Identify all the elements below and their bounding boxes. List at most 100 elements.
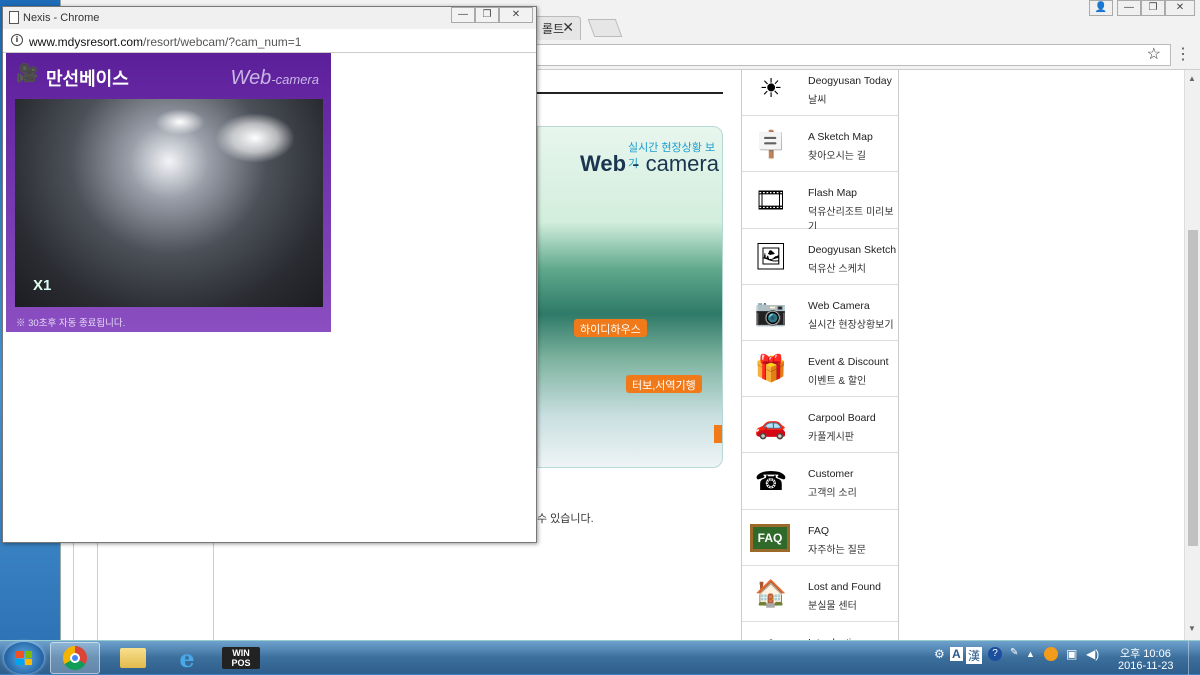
- side-menu-subtitle: 고객의 소리: [808, 488, 857, 500]
- webcam-frame: 🎥 만선베이스 Web-camera X1 ※ 30초후 자동 종료됩니다.: [6, 53, 331, 332]
- popup-minimize-button[interactable]: —: [451, 7, 475, 23]
- tab-close-icon[interactable]: ✕: [562, 19, 574, 36]
- side-menu-subtitle: 날씨: [808, 95, 827, 106]
- popup-address-bar: i www.mdysresort.com/resort/webcam/?cam_…: [3, 29, 536, 53]
- promo-title: Web - camera: [580, 151, 719, 176]
- close-button[interactable]: ✕: [1165, 0, 1195, 16]
- side-menu-title: Flash Map: [808, 187, 858, 200]
- winpos-icon: WIN POS: [222, 647, 260, 669]
- taskbar: e WIN POS ⚙ A 漢 ? ✎ ▲ ▣ ◀) 오후 10:06 2016…: [0, 640, 1200, 675]
- taskbar-chrome[interactable]: [50, 642, 100, 674]
- tray-expand-icon[interactable]: ▲: [1026, 649, 1035, 659]
- folder-icon: [120, 648, 146, 668]
- side-menu-item[interactable]: ☎ Customer 고객의 소리: [742, 453, 898, 510]
- webcam-popup-window: Nexis - Chrome — ❐ ✕ i www.mdysresort.co…: [2, 6, 537, 543]
- ime-mode-a[interactable]: A: [950, 647, 963, 661]
- webcam-logo-text: Web-camera: [230, 67, 319, 89]
- side-menu-item[interactable]: 🎞Flash Map덕유산리조트 미리보기: [742, 172, 898, 233]
- side-menu-title: Customer: [808, 468, 854, 481]
- minimize-button[interactable]: —: [1117, 0, 1141, 16]
- tray-tool-icon[interactable]: ✎: [1010, 647, 1018, 658]
- volume-icon[interactable]: ◀): [1086, 647, 1099, 661]
- popup-title: Nexis - Chrome: [23, 12, 100, 24]
- info-icon[interactable]: i: [11, 34, 23, 46]
- faq-board-icon: FAQ: [750, 523, 790, 552]
- webcam-live-view: X1: [15, 99, 323, 307]
- side-menu-item[interactable]: 🏠 Lost and Found 분실물 센터: [742, 565, 898, 622]
- network-icon[interactable]: ▣: [1066, 647, 1077, 661]
- side-menu-item[interactable]: ☀ Deogyusan Today 날씨: [742, 70, 898, 117]
- photos-icon: 🖼: [754, 241, 788, 272]
- lost-found-icon: 🏠: [754, 578, 788, 609]
- column-divider: [97, 540, 98, 640]
- page-scrollbar[interactable]: ▲ ▼: [1184, 70, 1200, 640]
- bookmark-star-icon[interactable]: ☆: [1147, 44, 1161, 64]
- popup-title-bar[interactable]: Nexis - Chrome — ❐ ✕: [3, 7, 536, 29]
- telephone-icon: ☎: [754, 465, 788, 496]
- promo-orange-marker: [714, 425, 722, 443]
- side-menu-title: Event & Discount: [808, 355, 889, 368]
- side-menu-subtitle: 실시간 현장상황보기: [808, 319, 894, 331]
- ime-icon[interactable]: ⚙: [934, 647, 945, 661]
- side-menu-title: A Sketch Map: [808, 131, 873, 144]
- column-divider: [213, 540, 214, 640]
- taskbar-winpos[interactable]: WIN POS: [216, 642, 266, 674]
- side-menu-item[interactable]: 🚗 Carpool Board 카풀게시판: [742, 397, 898, 454]
- side-menu-item[interactable]: 🎁 Event & Discount 이벤트 & 할인: [742, 340, 898, 398]
- popup-close-button[interactable]: ✕: [499, 7, 533, 23]
- webcam-icon: 📷: [754, 297, 788, 328]
- side-menu-subtitle: 카풀게시판: [808, 432, 854, 444]
- side-menu-item[interactable]: 🪧 A Sketch Map 찾아오시는 길: [742, 116, 898, 173]
- side-menu-subtitle: 자주하는 질문: [808, 544, 866, 556]
- side-menu-title: Deogyusan Today: [808, 75, 892, 87]
- windows-logo-icon: [16, 651, 32, 665]
- scroll-up-icon[interactable]: ▲: [1188, 74, 1196, 83]
- side-menu-subtitle: 이벤트 & 할인: [808, 375, 867, 387]
- taskbar-explorer[interactable]: [108, 642, 158, 674]
- side-menu-title: Lost and Found: [808, 580, 881, 593]
- show-desktop-button[interactable]: [1188, 641, 1200, 675]
- side-menu: ☀ Deogyusan Today 날씨 🪧 A Sketch Map 찾아오시는 길 🎞 F…: [741, 70, 899, 640]
- browser-menu-icon[interactable]: ⋮: [1175, 44, 1191, 64]
- internet-explorer-icon: e: [179, 643, 195, 673]
- column-divider: [73, 540, 74, 640]
- cam-tag-heidi-house[interactable]: 하이디하우스: [574, 319, 647, 337]
- side-menu-item[interactable]: ✿Introduction: [742, 621, 898, 640]
- video-camera-icon: 🎥: [16, 63, 39, 83]
- cam-tag-turbo[interactable]: 터보,서역기행: [626, 375, 702, 393]
- car-icon: 🚗: [754, 409, 788, 440]
- page-body-text: 수 있습니다.: [537, 513, 594, 525]
- side-menu-item[interactable]: 📷 Web Camera 실시간 현장상황보기: [742, 284, 898, 341]
- side-menu-title: Deogyusan Sketch: [808, 243, 897, 256]
- profile-icon[interactable]: 👤: [1089, 0, 1113, 16]
- side-menu-item[interactable]: 🖼 Deogyusan Sketch 덕유산 스케치: [742, 228, 898, 285]
- side-menu-title: Web Camera: [808, 299, 870, 312]
- side-menu-title: FAQ: [808, 524, 830, 537]
- new-tab-button[interactable]: [587, 19, 623, 37]
- scroll-down-icon[interactable]: ▼: [1188, 624, 1196, 633]
- light-glare: [155, 109, 205, 135]
- clock-time[interactable]: 오후 10:06: [1120, 645, 1171, 661]
- clock-date[interactable]: 2016-11-23: [1118, 660, 1173, 672]
- taskbar-ie[interactable]: e: [162, 642, 212, 674]
- popup-url[interactable]: www.mdysresort.com/resort/webcam/?cam_nu…: [29, 35, 301, 49]
- scroll-thumb[interactable]: [1188, 230, 1198, 546]
- help-icon[interactable]: ?: [988, 647, 1002, 661]
- side-menu-subtitle: 분실물 센터: [808, 600, 857, 612]
- webcam-promo-banner[interactable]: 실시간 현장상황 보기 Web - camera 하이디하우스 터보,서역기행: [537, 126, 723, 468]
- sun-icon: ☀: [759, 72, 783, 103]
- zoom-level: X1: [33, 277, 52, 294]
- ime-hanja[interactable]: 漢: [966, 647, 983, 664]
- auto-close-note: ※ 30초후 자동 종료됩니다.: [16, 318, 126, 329]
- popup-restore-button[interactable]: ❐: [475, 7, 499, 23]
- start-button[interactable]: [4, 642, 44, 674]
- introduction-icon: ✿: [748, 628, 794, 640]
- restore-button[interactable]: ❐: [1141, 0, 1165, 16]
- tab-label: 롤트: [542, 22, 565, 36]
- side-menu-item[interactable]: FAQ FAQ 자주하는 질문: [742, 509, 898, 566]
- film-reel-icon: 🎞: [754, 184, 788, 215]
- tray-app-icon[interactable]: [1044, 647, 1058, 661]
- gift-icon: 🎁: [754, 353, 788, 384]
- browser-tab[interactable]: 롤트 ✕: [531, 16, 581, 40]
- signpost-icon: 🪧: [754, 128, 788, 159]
